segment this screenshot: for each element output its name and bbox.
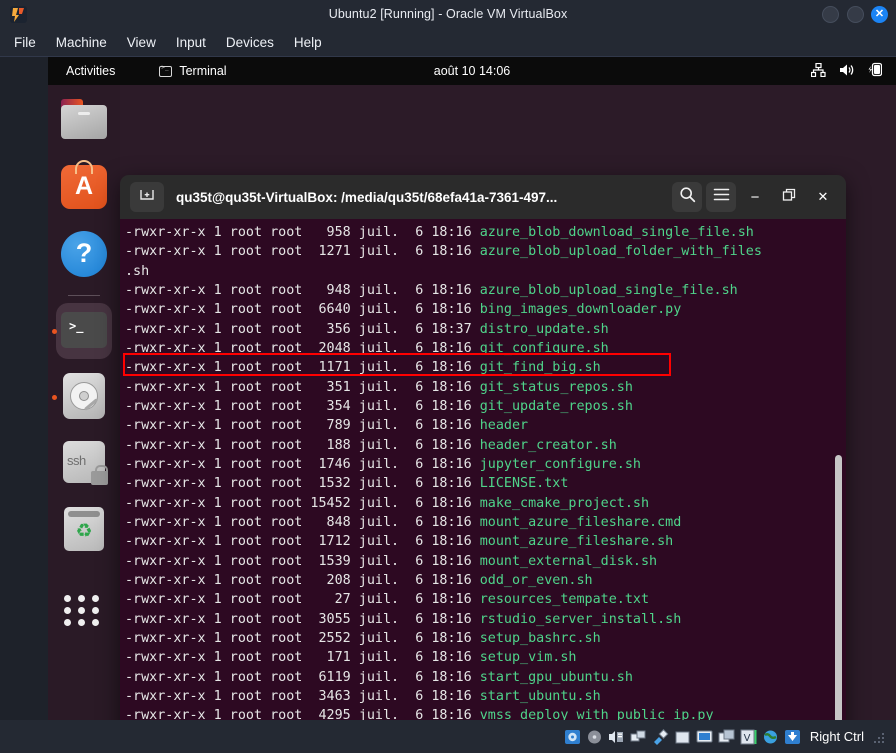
close-icon: ✕	[817, 189, 829, 204]
trash-icon: ♻	[64, 507, 104, 551]
terminal-title: qu35t@qu35t-VirtualBox: /media/qu35t/68e…	[176, 189, 558, 205]
menu-item-input[interactable]: Input	[176, 35, 206, 50]
terminal-close-button[interactable]: ✕	[808, 182, 838, 212]
vbox-close-button[interactable]: ✕	[871, 6, 888, 23]
volume-icon	[839, 63, 855, 80]
terminal-text: -rwxr-xr-x 1 root root 958 juil. 6 18:16…	[125, 225, 762, 751]
virtualbox-titlebar: Ubuntu2 [Running] - Oracle VM VirtualBox…	[0, 0, 896, 28]
network-wired-icon	[810, 62, 826, 80]
gnome-terminal-window: qu35t@qu35t-VirtualBox: /media/qu35t/68e…	[120, 175, 846, 751]
minimize-icon: −	[750, 188, 760, 206]
menu-item-view[interactable]: View	[127, 35, 156, 50]
virtualbox-features-icon[interactable]: V	[740, 729, 757, 745]
terminal-headerbar: qu35t@qu35t-VirtualBox: /media/qu35t/68e…	[120, 175, 846, 219]
terminal-maximize-button[interactable]	[774, 182, 804, 212]
terminal-minimize-button[interactable]: −	[740, 182, 770, 212]
hamburger-menu-icon	[713, 188, 730, 206]
guest-screen: Activities Terminal août 10 14:06	[0, 57, 896, 751]
vbox-maximize-button[interactable]	[847, 6, 864, 23]
terminal-scrollbar-thumb[interactable]	[835, 455, 842, 749]
terminal-output-area[interactable]: -rwxr-xr-x 1 root root 958 juil. 6 18:16…	[120, 219, 846, 751]
recycle-glyph: ♻	[75, 521, 93, 542]
files-icon	[61, 99, 107, 139]
virtualbox-menubar: File Machine View Input Devices Help	[0, 28, 896, 56]
dock-divider	[68, 295, 100, 296]
dock-item-files[interactable]	[61, 99, 107, 145]
svg-text:V: V	[743, 733, 750, 744]
dock-running-dot-disks	[52, 395, 57, 400]
virtualbox-statusbar: V Right Ctrl	[0, 720, 896, 753]
new-tab-button[interactable]	[130, 182, 164, 212]
menu-item-file[interactable]: File	[14, 35, 36, 50]
ssh-lock-icon: ssh	[63, 441, 108, 485]
help-icon: ?	[61, 231, 107, 277]
dock-running-dot-terminal	[52, 329, 57, 334]
terminal-header-buttons: − ✕	[672, 182, 838, 212]
show-applications-button[interactable]	[61, 593, 107, 639]
display-icon[interactable]	[696, 729, 713, 745]
topbar-app-menu[interactable]: Terminal	[159, 64, 227, 78]
hard-disk-icon[interactable]	[564, 729, 581, 745]
network-icon[interactable]	[630, 729, 647, 745]
usb-icon[interactable]	[652, 728, 669, 745]
show-applications-icon	[61, 593, 107, 629]
store-letter: A	[74, 172, 94, 200]
resize-grip[interactable]	[874, 731, 886, 743]
menu-item-help[interactable]: Help	[294, 35, 322, 50]
menu-item-machine[interactable]: Machine	[56, 35, 107, 50]
ubuntu-dock: A ? >_ ssh ♻	[48, 85, 120, 720]
terminal-icon	[159, 64, 173, 77]
virtualbox-title: Ubuntu2 [Running] - Oracle VM VirtualBox	[328, 7, 568, 21]
restore-icon	[782, 188, 796, 207]
virtualbox-window: Ubuntu2 [Running] - Oracle VM VirtualBox…	[0, 0, 896, 753]
dock-item-ssh-keys[interactable]: ssh	[61, 441, 108, 487]
globe-icon[interactable]	[762, 729, 779, 745]
search-button[interactable]	[672, 182, 702, 212]
ssh-label: ssh	[67, 453, 86, 468]
shared-folder-icon[interactable]	[674, 729, 691, 745]
ubuntu-software-icon: A	[61, 160, 107, 209]
virtualbox-icon	[8, 4, 29, 25]
dock-item-terminal[interactable]: >_	[61, 307, 107, 353]
menu-item-devices[interactable]: Devices	[226, 35, 274, 50]
terminal-scrollbar[interactable]	[832, 219, 846, 751]
statusbar-icon-group: V	[564, 728, 801, 745]
optical-disk-icon[interactable]	[586, 729, 603, 745]
host-key-label: Right Ctrl	[809, 729, 864, 744]
search-icon	[679, 186, 696, 208]
system-status-area[interactable]	[810, 62, 883, 80]
topbar-app-label: Terminal	[179, 64, 227, 78]
down-arrow-icon[interactable]	[784, 729, 801, 745]
battery-icon	[868, 62, 883, 80]
new-tab-icon	[139, 188, 155, 207]
menu-button[interactable]	[706, 182, 736, 212]
dock-item-disks[interactable]	[61, 373, 107, 419]
activities-button[interactable]: Activities	[66, 64, 115, 78]
terminal-icon: >_	[61, 312, 107, 348]
gnome-top-bar: Activities Terminal août 10 14:06	[48, 57, 896, 85]
disks-icon	[63, 373, 105, 419]
audio-icon[interactable]	[608, 729, 625, 745]
vbox-minimize-button[interactable]	[822, 6, 839, 23]
dock-item-ubuntu-software[interactable]: A	[61, 160, 107, 211]
dock-item-help[interactable]: ?	[61, 231, 107, 277]
dock-item-trash[interactable]: ♻	[61, 507, 107, 553]
terminal-prompt-glyph: >_	[69, 319, 84, 333]
recording-icon[interactable]	[718, 729, 735, 745]
